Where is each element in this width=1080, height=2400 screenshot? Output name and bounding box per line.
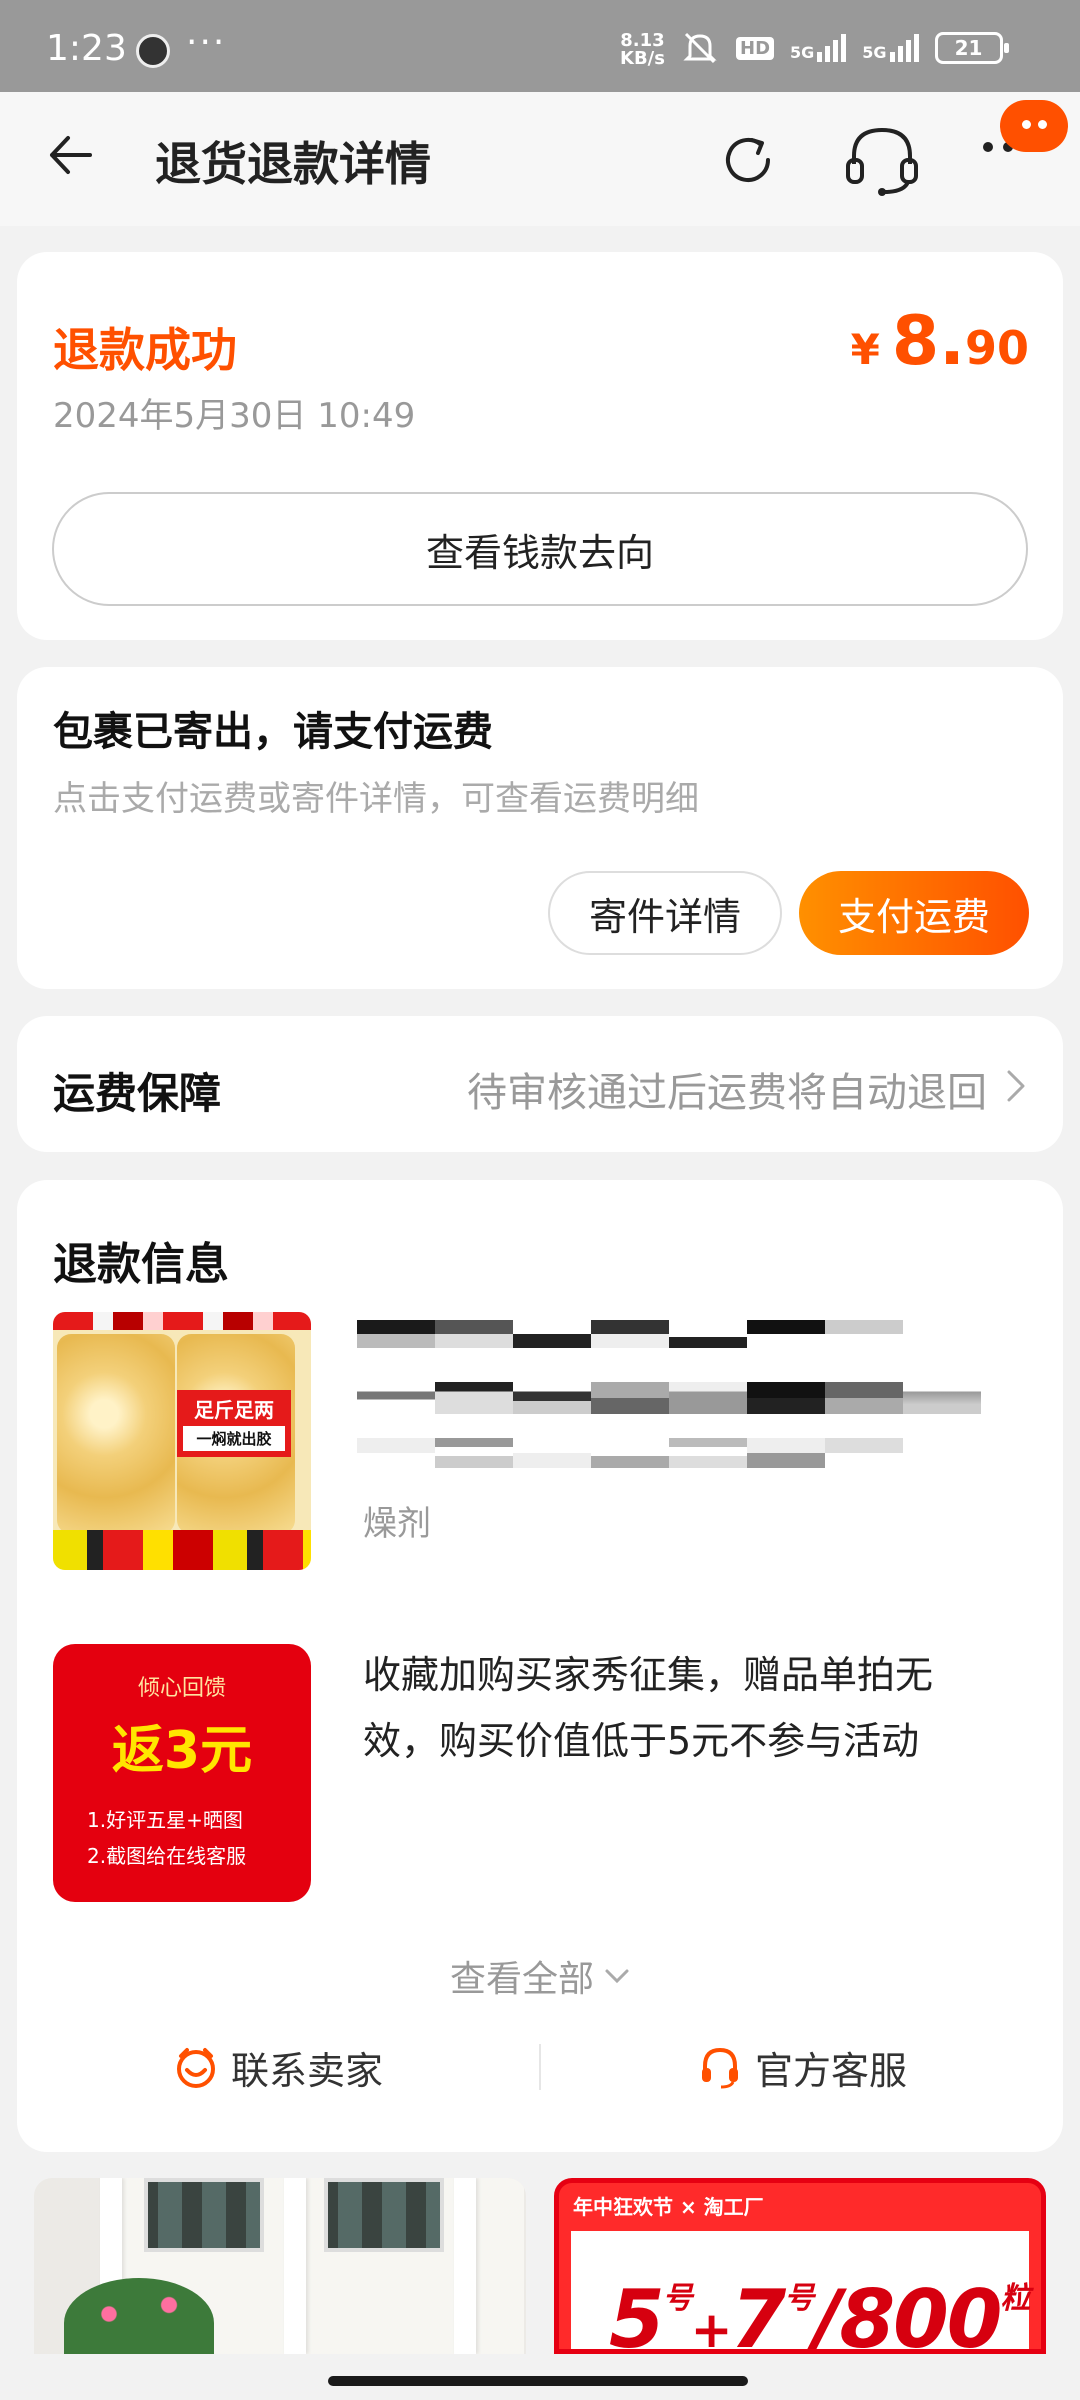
banner-column (284, 2178, 306, 2354)
clock-app-icon (136, 34, 170, 68)
home-indicator[interactable] (328, 2376, 748, 2386)
pixelated-title-line-1 (357, 1320, 903, 1348)
refund-info-title: 退款信息 (53, 1239, 229, 1290)
promo-image[interactable]: 倾心回馈 返3元 1.好评五星+晒图 2.截图给在线客服 (53, 1644, 311, 1902)
nav-bar: 退货退款详情 (0, 92, 1080, 226)
banner-hao-a: 号 (662, 2281, 693, 2316)
view-money-flow-button[interactable]: 查看钱款去向 (52, 492, 1028, 606)
banner-unit: 粒 (1000, 2281, 1030, 2316)
banner-column (454, 2178, 476, 2354)
contact-actions: 联系卖家 官方客服 (17, 2032, 1063, 2102)
promo-description: 收藏加购买家秀征集，赠品单拍无效，购买价值低于5元不参与活动 (363, 1653, 934, 1763)
refund-datetime: 2024年5月30日 10:49 (53, 396, 416, 436)
shipment-detail-button[interactable]: 寄件详情 (548, 871, 782, 955)
banner-right-top-text: 年中狂欢节 × 淘工厂 (573, 2195, 764, 2219)
pay-shipping-button[interactable]: 支付运费 (799, 871, 1029, 955)
promo-line1: 倾心回馈 (137, 1676, 226, 1701)
product-bag-left (57, 1334, 175, 1534)
status-more-icon: ··· (186, 22, 227, 63)
view-all-label: 查看全部 (449, 1959, 594, 2000)
signal-icon-sim1: 5G (790, 34, 847, 62)
pixelated-title-line-3 (357, 1438, 903, 1468)
banner-big-a: 5 (609, 2273, 665, 2354)
banner-tail: /800 (812, 2273, 1002, 2354)
refund-amount: ¥ 8. 90 (851, 302, 1029, 381)
status-icons: HD 5G 5G 21 (680, 28, 1009, 68)
banner-right-big-text: 5号+7号/800粒 (609, 2273, 1030, 2354)
promo-rules: 1.好评五星+晒图 2.截图给在线客服 (87, 1802, 246, 1874)
amount-decimal: 90 (964, 321, 1029, 375)
thumbnail-top-strip (53, 1312, 311, 1330)
product-thumbnail[interactable]: 足斤足两 一焖就出胶 (53, 1312, 311, 1570)
network-speed: 8.13 KB/s (620, 32, 665, 68)
customer-service-headset-icon[interactable] (840, 120, 924, 200)
back-arrow-icon[interactable] (44, 130, 94, 180)
mute-bell-icon (683, 32, 717, 64)
sim2-label: 5G (862, 43, 887, 62)
status-time: 1:23 (46, 28, 127, 69)
banner-hao-b: 号 (784, 2281, 814, 2316)
banner-big-b: 7 (730, 2273, 787, 2354)
amount-integer: 8. (891, 302, 965, 381)
view-all-link[interactable]: 查看全部 (17, 1950, 1063, 2002)
guarantee-note: 待审核通过后运费将自动退回 (467, 1070, 987, 1116)
promo-rule-1: 1.好评五星+晒图 (87, 1808, 243, 1832)
thumbnail-bottom-strip (53, 1530, 311, 1570)
hd-badge: HD (736, 36, 775, 60)
product-tag-line1: 足斤足两 (194, 1398, 274, 1422)
shipping-subtitle: 点击支付运费或寄件详情，可查看运费明细 (53, 779, 699, 819)
pixelated-title-line-2 (357, 1382, 981, 1414)
banner-plus: + (690, 2301, 733, 2354)
currency-symbol: ¥ (850, 325, 880, 374)
refund-status-card: 退款成功 2024年5月30日 10:49 ¥ 8. 90 查看钱款去向 (17, 252, 1063, 640)
guarantee-title: 运费保障 (53, 1069, 222, 1118)
shipping-guarantee-row[interactable]: 运费保障 待审核通过后运费将自动退回 (17, 1016, 1063, 1152)
promo-line2: 返3元 (111, 1721, 253, 1781)
chevron-down-icon (605, 1969, 629, 1984)
banner-left-building[interactable] (34, 2178, 526, 2354)
official-service-label: 官方客服 (754, 2048, 907, 2093)
signal-icon-sim2: 5G (862, 34, 919, 62)
refresh-icon[interactable] (716, 128, 780, 192)
seller-smile-icon (176, 2048, 215, 2088)
chevron-right-icon (1007, 1070, 1025, 1102)
banner-right-promo[interactable]: 年中狂欢节 × 淘工厂 5号+7号/800粒 (554, 2178, 1046, 2354)
refund-info-card: 退款信息 足斤足两一焖就出胶 燥剂 倾心回馈 返3元 1.好评五星+晒图 2.截… (17, 1180, 1063, 2152)
shipping-fee-card: 包裹已寄出，请支付运费 点击支付运费或寄件详情，可查看运费明细 寄件详情 支付运… (17, 667, 1063, 989)
shipping-title: 包裹已寄出，请支付运费 (53, 709, 493, 755)
product-tag: 足斤足两 一焖就出胶 (177, 1390, 291, 1457)
message-badge-icon[interactable] (1000, 100, 1068, 152)
promo-rule-2: 2.截图给在线客服 (87, 1844, 247, 1868)
contact-seller-button[interactable]: 联系卖家 (17, 2040, 539, 2095)
network-speed-unit: KB/s (620, 48, 665, 69)
refund-status: 退款成功 (53, 323, 237, 377)
battery-icon: 21 (934, 32, 1009, 64)
status-bar: 1:23 ··· 8.13 KB/s HD 5G 5G 21 (0, 0, 1080, 92)
official-service-button[interactable]: 官方客服 (541, 2040, 1063, 2095)
recommendation-banners: 年中狂欢节 × 淘工厂 5号+7号/800粒 (34, 2178, 1046, 2354)
page-title: 退货退款详情 (155, 137, 431, 191)
contact-seller-label: 联系卖家 (230, 2048, 383, 2093)
product-title-visible-fragment: 燥剂 (363, 1504, 431, 1544)
headset-icon (701, 2047, 738, 2089)
product-tag-line2: 一焖就出胶 (183, 1426, 285, 1451)
banner-window (144, 2178, 264, 2252)
sim1-label: 5G (790, 43, 815, 62)
banner-window (324, 2178, 444, 2252)
